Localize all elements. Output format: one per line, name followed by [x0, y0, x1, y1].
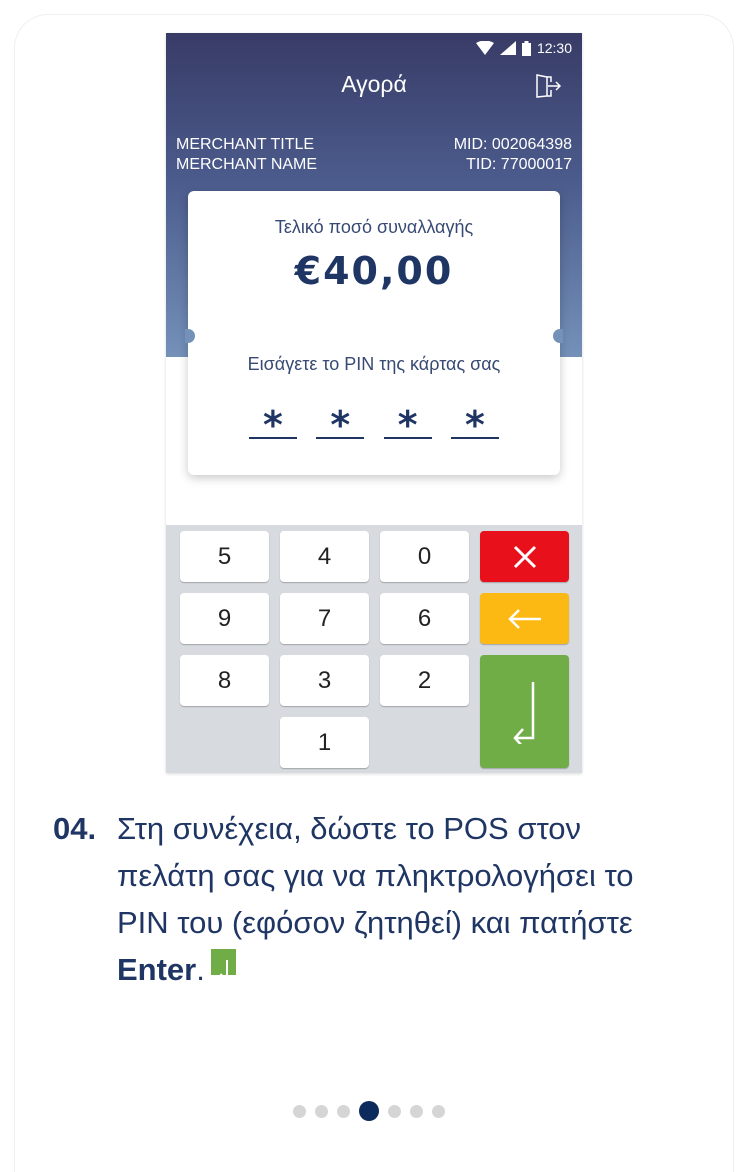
merchant-title: MERCHANT TITLE	[176, 136, 315, 153]
page-dot[interactable]	[293, 1104, 306, 1118]
key-2[interactable]: 2	[380, 655, 469, 706]
enter-word: Enter	[117, 952, 197, 987]
pin-digit: *	[383, 403, 432, 447]
key-6[interactable]: 6	[380, 593, 469, 644]
status-bar: 12:30	[475, 39, 572, 57]
step-text: Στη συνέχεια, δώστε το POS στον πελάτη σ…	[117, 811, 634, 940]
status-time: 12:30	[536, 40, 572, 56]
pagination-dots	[293, 1100, 445, 1122]
card-notch-right	[553, 329, 563, 343]
key-0[interactable]: 0	[380, 531, 469, 582]
merchant-id: MID: 002064398	[453, 136, 572, 153]
key-5[interactable]: 5	[180, 531, 269, 582]
pin-digit: *	[249, 403, 297, 447]
enter-button[interactable]	[480, 655, 569, 768]
step-description: Στη συνέχεια, δώστε το POS στον πελάτη σ…	[117, 805, 677, 993]
merchant-name: MERCHANT NAME	[176, 156, 318, 173]
key-9[interactable]: 9	[180, 593, 269, 644]
key-4[interactable]: 4	[280, 531, 369, 582]
step-period: .	[196, 952, 205, 987]
page-dot[interactable]	[315, 1104, 328, 1118]
wifi-icon	[475, 41, 494, 55]
key-7[interactable]: 7	[280, 593, 369, 644]
cancel-button[interactable]	[480, 531, 569, 582]
pin-entry[interactable]: * * * *	[249, 403, 499, 447]
amount-label: Τελικό ποσό συναλλαγής	[274, 217, 474, 237]
page-dot[interactable]	[388, 1104, 401, 1118]
amount-card: Τελικό ποσό συναλλαγής €40,00 Εισάγετε τ…	[185, 191, 563, 475]
key-8[interactable]: 8	[180, 655, 269, 706]
arrow-left-icon	[507, 608, 541, 629]
card-notch-left	[185, 329, 195, 343]
backspace-button[interactable]	[480, 593, 569, 644]
screen-title: Αγορά	[341, 71, 407, 97]
terminal-ids: MID: 002064398 TID: 77000017	[454, 135, 572, 175]
enter-key-icon	[210, 949, 236, 983]
step-number: 04.	[53, 811, 97, 846]
close-icon	[513, 545, 536, 568]
pin-digit: *	[450, 403, 499, 447]
phone-screen: 12:30 Αγορά MERCHANT TITLE MERCHANT NAME…	[166, 33, 582, 773]
merchant-info: MERCHANT TITLE MERCHANT NAME	[176, 135, 317, 175]
key-3[interactable]: 3	[280, 655, 369, 706]
signal-icon	[499, 41, 516, 55]
terminal-id: TID: 77000017	[466, 156, 572, 173]
page-dot[interactable]	[410, 1104, 423, 1118]
page-dot[interactable]	[432, 1104, 445, 1118]
enter-icon	[512, 681, 534, 744]
amount-value: €40,00	[294, 249, 454, 293]
logout-icon[interactable]	[534, 73, 562, 99]
page-dot[interactable]	[337, 1104, 350, 1118]
page-dot-active[interactable]	[359, 1101, 379, 1121]
battery-icon	[521, 40, 531, 56]
key-1[interactable]: 1	[280, 717, 369, 768]
pin-label: Εισάγετε το PIN της κάρτας σας	[247, 354, 501, 374]
pin-digit: *	[316, 403, 365, 447]
